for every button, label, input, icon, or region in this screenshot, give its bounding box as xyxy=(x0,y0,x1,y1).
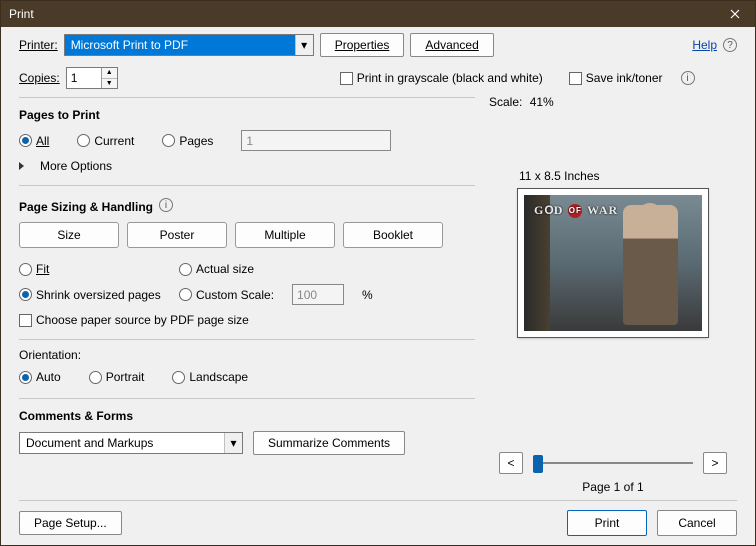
pages-all-radio[interactable]: All xyxy=(19,134,49,148)
close-button[interactable] xyxy=(715,1,755,27)
pages-current-radio[interactable]: Current xyxy=(77,134,134,148)
chevron-down-icon: ▾ xyxy=(295,35,313,55)
pages-range-input[interactable] xyxy=(241,130,391,151)
actual-size-radio[interactable]: Actual size xyxy=(179,262,254,276)
save-ink-checkbox[interactable]: Save ink/toner xyxy=(569,71,663,85)
radio-icon xyxy=(77,134,90,147)
orient-landscape-radio[interactable]: Landscape xyxy=(172,370,248,384)
spin-down[interactable]: ▼ xyxy=(102,79,117,89)
pages-range-radio[interactable]: Pages xyxy=(162,134,213,148)
printer-select[interactable]: Microsoft Print to PDF ▾ xyxy=(64,34,314,56)
info-icon[interactable]: i xyxy=(681,71,695,85)
multiple-tab[interactable]: Multiple xyxy=(235,222,335,248)
poster-tab[interactable]: Poster xyxy=(127,222,227,248)
more-options-toggle[interactable]: More Options xyxy=(19,159,475,173)
percent-label: % xyxy=(362,288,373,302)
radio-icon xyxy=(19,263,32,276)
info-icon[interactable]: i xyxy=(159,198,173,212)
copies-input[interactable]: ▲▼ xyxy=(66,67,118,89)
summarize-comments-button[interactable]: Summarize Comments xyxy=(253,431,405,455)
fit-radio[interactable]: Fit xyxy=(19,262,99,276)
cancel-button[interactable]: Cancel xyxy=(657,510,737,536)
custom-scale-radio[interactable]: Custom Scale: xyxy=(179,288,274,302)
page-indicator: Page 1 of 1 xyxy=(582,480,643,494)
pages-to-print-title: Pages to Print xyxy=(19,104,475,122)
scale-readout: Scale: 41% xyxy=(489,95,554,109)
page-slider[interactable] xyxy=(533,453,693,473)
comments-select[interactable]: Document and Markups ▾ xyxy=(19,432,243,454)
shrink-radio[interactable]: Shrink oversized pages xyxy=(19,288,161,302)
prev-page-button[interactable]: < xyxy=(499,452,523,474)
radio-icon xyxy=(19,288,32,301)
orientation-title: Orientation: xyxy=(19,348,475,362)
radio-icon xyxy=(19,134,32,147)
help-icon[interactable]: ? xyxy=(723,38,737,52)
chevron-down-icon: ▾ xyxy=(224,433,242,453)
copies-row: Copies: ▲▼ Print in grayscale (black and… xyxy=(1,63,755,93)
paper-size-label: 11 x 8.5 Inches xyxy=(519,169,600,183)
print-dialog: Print Printer: Microsoft Print to PDF ▾ … xyxy=(0,0,756,546)
comments-title: Comments & Forms xyxy=(19,405,475,423)
copies-label: Copies: xyxy=(19,71,60,85)
checkbox-icon xyxy=(19,314,32,327)
size-tab[interactable]: Size xyxy=(19,222,119,248)
radio-icon xyxy=(172,371,185,384)
page-setup-button[interactable]: Page Setup... xyxy=(19,511,122,535)
orient-auto-radio[interactable]: Auto xyxy=(19,370,61,384)
radio-icon xyxy=(162,134,175,147)
advanced-button[interactable]: Advanced xyxy=(410,33,493,57)
titlebar: Print xyxy=(1,1,755,27)
print-button[interactable]: Print xyxy=(567,510,647,536)
grayscale-checkbox[interactable]: Print in grayscale (black and white) xyxy=(340,71,543,85)
radio-icon xyxy=(179,263,192,276)
properties-button[interactable]: Properties xyxy=(320,33,405,57)
spin-up[interactable]: ▲ xyxy=(102,68,117,79)
print-preview: GOD OF WAR xyxy=(518,189,708,337)
checkbox-icon xyxy=(569,72,582,85)
paper-source-checkbox[interactable]: Choose paper source by PDF page size xyxy=(19,313,249,327)
printer-label: Printer: xyxy=(19,38,58,52)
window-title: Print xyxy=(9,7,34,21)
copies-field[interactable] xyxy=(67,68,101,88)
custom-scale-input[interactable] xyxy=(292,284,344,305)
triangle-right-icon xyxy=(19,162,24,170)
next-page-button[interactable]: > xyxy=(703,452,727,474)
printer-row: Printer: Microsoft Print to PDF ▾ Proper… xyxy=(1,27,755,63)
radio-icon xyxy=(179,288,192,301)
preview-artwork-title: GOD OF WAR xyxy=(534,203,618,218)
sizing-title: Page Sizing & Handling xyxy=(19,196,153,214)
checkbox-icon xyxy=(340,72,353,85)
help-link[interactable]: Help xyxy=(692,38,717,52)
radio-icon xyxy=(19,371,32,384)
booklet-tab[interactable]: Booklet xyxy=(343,222,443,248)
radio-icon xyxy=(89,371,102,384)
orient-portrait-radio[interactable]: Portrait xyxy=(89,370,145,384)
